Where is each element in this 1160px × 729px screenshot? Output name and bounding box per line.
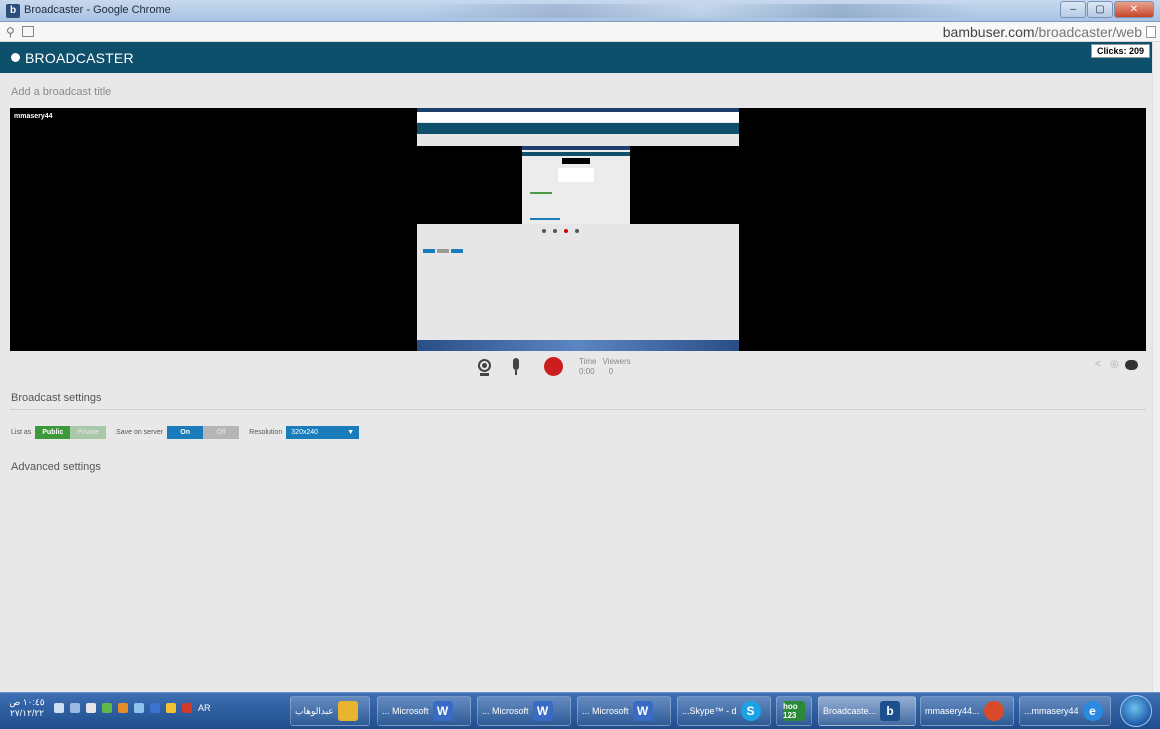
taskbar-item-label: Broadcaste... [823, 706, 877, 716]
tray-app-icon-6[interactable] [182, 703, 192, 713]
globe-icon[interactable]: ◎ [1110, 360, 1120, 370]
app-header: BROADCASTER [0, 42, 1152, 73]
blurred-tabs-strip [420, 4, 980, 18]
share-icon[interactable]: < [1095, 360, 1105, 370]
page-icon[interactable] [1146, 26, 1156, 38]
windows-taskbar: ١٠:٤٥ ص ٢٧/١٢/٢٢ AR عبدالوهاب ... Micros… [0, 692, 1160, 729]
network-icon[interactable] [70, 703, 80, 713]
save-toggle: On Off [167, 425, 240, 439]
settings-row: List as Public Private Save on server On… [11, 425, 360, 439]
time-value: 0:00 [579, 367, 595, 376]
broadcast-dot-icon [11, 53, 20, 62]
skype-icon: S [740, 701, 761, 721]
tray-app-icon-3[interactable] [134, 703, 144, 713]
chevron-down-icon: ▼ [347, 428, 355, 436]
word-icon: W [432, 701, 453, 721]
save-on-server-label: Save on server [116, 428, 164, 436]
viewers-label: Viewers [602, 357, 631, 366]
taskbar-item-word-1[interactable]: ... Microsoft W [377, 696, 471, 726]
clock-date: ٢٧/١٢/٢٢ [9, 708, 44, 718]
tray-app-icon-5[interactable] [166, 703, 176, 713]
taskbar-item-folder[interactable]: عبدالوهاب [290, 696, 370, 726]
taskbar-item-label: ...Skype™ - d [682, 706, 737, 716]
page-view-icon[interactable] [22, 26, 34, 37]
window-title: Broadcaster - Google Chrome [24, 4, 171, 16]
address-bar: ⚲ bambuser.com/broadcaster/web [0, 22, 1160, 42]
word-icon: W [632, 701, 653, 721]
broadcast-stats: Time Viewers 0:00 0 [579, 357, 631, 377]
viewers-value: 0 [608, 367, 614, 376]
resolution-select[interactable]: 320x240 ▼ [286, 425, 360, 439]
tray-app-icon-4[interactable] [150, 703, 160, 713]
language-indicator[interactable]: AR [198, 703, 211, 713]
resolution-label: Resolution [249, 428, 283, 436]
taskbar-item-chrome[interactable]: mmasery44... [920, 696, 1014, 726]
broadcaster-username: mmasery44 [14, 113, 53, 120]
taskbar-item-label: ... Microsoft [382, 706, 429, 716]
screen-capture-preview [417, 108, 739, 351]
taskbar-item-ie[interactable]: ...mmasery44 e [1019, 696, 1111, 726]
time-label: Time [579, 357, 597, 366]
advanced-settings-heading[interactable]: Advanced settings [11, 461, 101, 473]
visibility-toggle: Public Private [35, 425, 107, 439]
folder-icon [337, 701, 358, 721]
volume-icon[interactable] [54, 703, 64, 713]
taskbar-item-hoo[interactable]: hoo 123 [776, 696, 812, 726]
tray-app-icon-2[interactable] [118, 703, 128, 713]
taskbar-item-label: ... Microsoft [482, 706, 529, 716]
clock-time: ١٠:٤٥ ص [9, 697, 45, 707]
taskbar-item-word-2[interactable]: ... Microsoft W [477, 696, 571, 726]
chat-icon[interactable] [1125, 360, 1138, 370]
url-field[interactable]: bambuser.com/broadcaster/web [943, 24, 1142, 40]
bambuser-icon: b [880, 701, 901, 721]
window-controls: – ▢ ✕ [1060, 1, 1154, 18]
chrome-icon [983, 701, 1004, 721]
taskbar-item-label: عبدالوهاب [295, 705, 334, 716]
resolution-value: 320x240 [291, 428, 319, 436]
taskbar-item-skype[interactable]: ...Skype™ - d S [677, 696, 771, 726]
save-on-option[interactable]: On [167, 425, 204, 439]
broadcast-settings-heading: Broadcast settings [11, 392, 102, 404]
brand-title: BROADCASTER [25, 50, 134, 66]
broadcast-title-input[interactable]: Add a broadcast title [11, 86, 111, 98]
video-preview: mmasery44 [10, 108, 1146, 351]
flag-icon[interactable] [86, 703, 96, 713]
url-host: bambuser.com [942, 24, 1035, 40]
bambuser-app-icon: b [6, 4, 20, 18]
settings-divider [10, 409, 1146, 410]
taskbar-item-word-3[interactable]: ... Microsoft W [577, 696, 671, 726]
tray-app-icon-1[interactable] [102, 703, 112, 713]
system-tray: ١٠:٤٥ ص ٢٧/١٢/٢٢ AR [6, 697, 211, 719]
public-option[interactable]: Public [35, 425, 71, 439]
webcam-icon[interactable] [478, 359, 491, 372]
ie-icon: e [1082, 701, 1103, 721]
microphone-icon[interactable] [513, 358, 519, 370]
share-icons: < ◎ [1095, 360, 1138, 370]
minimize-button[interactable]: – [1060, 1, 1086, 18]
clicks-counter: Clicks: 209 [1090, 44, 1150, 58]
close-button[interactable]: ✕ [1114, 1, 1154, 18]
search-icon[interactable]: ⚲ [6, 25, 15, 39]
taskbar-item-label: ...mmasery44 [1024, 706, 1079, 716]
private-option[interactable]: Private [70, 425, 107, 439]
taskbar-item-label: ... Microsoft [582, 706, 629, 716]
start-button[interactable] [1120, 695, 1152, 727]
hoo-icon: hoo 123 [783, 701, 805, 721]
word-icon: W [532, 701, 553, 721]
window-titlebar: b Broadcaster - Google Chrome – ▢ ✕ [0, 0, 1160, 22]
save-off-option[interactable]: Off [203, 425, 240, 439]
url-path: /broadcaster/web [1034, 24, 1142, 40]
taskbar-item-label: mmasery44... [925, 706, 980, 716]
record-button[interactable] [544, 357, 563, 376]
page-scrollbar[interactable] [1152, 42, 1160, 692]
broadcast-controls: Time Viewers 0:00 0 < ◎ [0, 356, 1152, 382]
taskbar-item-broadcaster[interactable]: Broadcaste... b [818, 696, 916, 726]
tray-clock[interactable]: ١٠:٤٥ ص ٢٧/١٢/٢٢ [6, 697, 48, 719]
maximize-button[interactable]: ▢ [1087, 1, 1113, 18]
list-as-label: List as [11, 428, 32, 436]
